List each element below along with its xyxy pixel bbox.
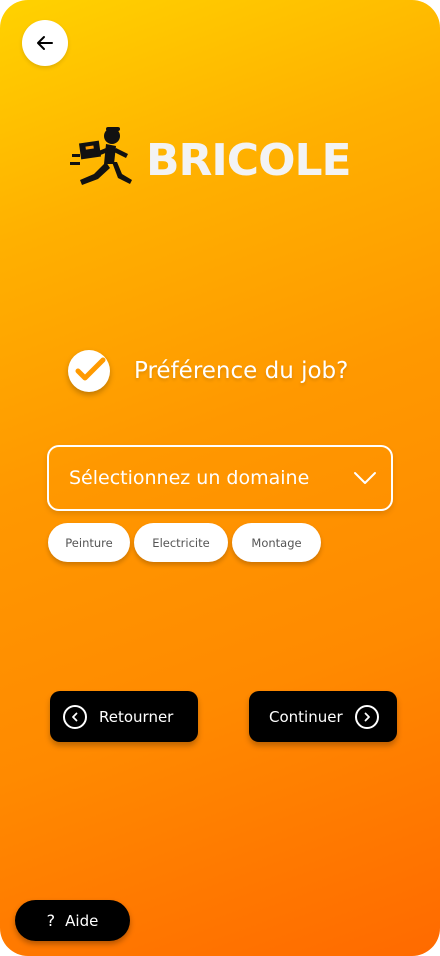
- chip-electricite[interactable]: Electricite: [134, 523, 228, 562]
- running-delivery-man-icon: [70, 127, 132, 185]
- domain-select[interactable]: Sélectionnez un domaine: [47, 445, 393, 511]
- back-action-label: Retourner: [99, 707, 174, 726]
- brand-logo: BRICOLE: [70, 122, 370, 198]
- domain-select-label: Sélectionnez un domaine: [69, 467, 310, 489]
- continue-label: Continuer: [269, 707, 343, 726]
- preference-heading: Préférence du job?: [68, 350, 348, 392]
- chevron-down-icon: [354, 472, 376, 484]
- chevron-right-circle-icon: [354, 704, 379, 729]
- help-button[interactable]: ? Aide: [15, 900, 130, 941]
- continue-button[interactable]: Continuer: [249, 691, 397, 742]
- help-label: Aide: [65, 911, 99, 930]
- chevron-left-circle-icon: [63, 704, 87, 729]
- back-button[interactable]: [22, 20, 68, 66]
- question-mark-icon: ?: [46, 911, 56, 930]
- chip-peinture[interactable]: Peinture: [48, 523, 130, 562]
- back-action-button[interactable]: Retourner: [50, 691, 198, 742]
- arrow-left-icon: [37, 36, 53, 50]
- brand-name: BRICOLE: [146, 134, 352, 186]
- check-circle-icon: [68, 350, 110, 392]
- domain-chips: Peinture Electricite Montage: [48, 523, 321, 562]
- screen: BRICOLE Préférence du job? Sélectionnez …: [0, 0, 440, 956]
- chip-montage[interactable]: Montage: [232, 523, 321, 562]
- preference-title: Préférence du job?: [134, 358, 349, 384]
